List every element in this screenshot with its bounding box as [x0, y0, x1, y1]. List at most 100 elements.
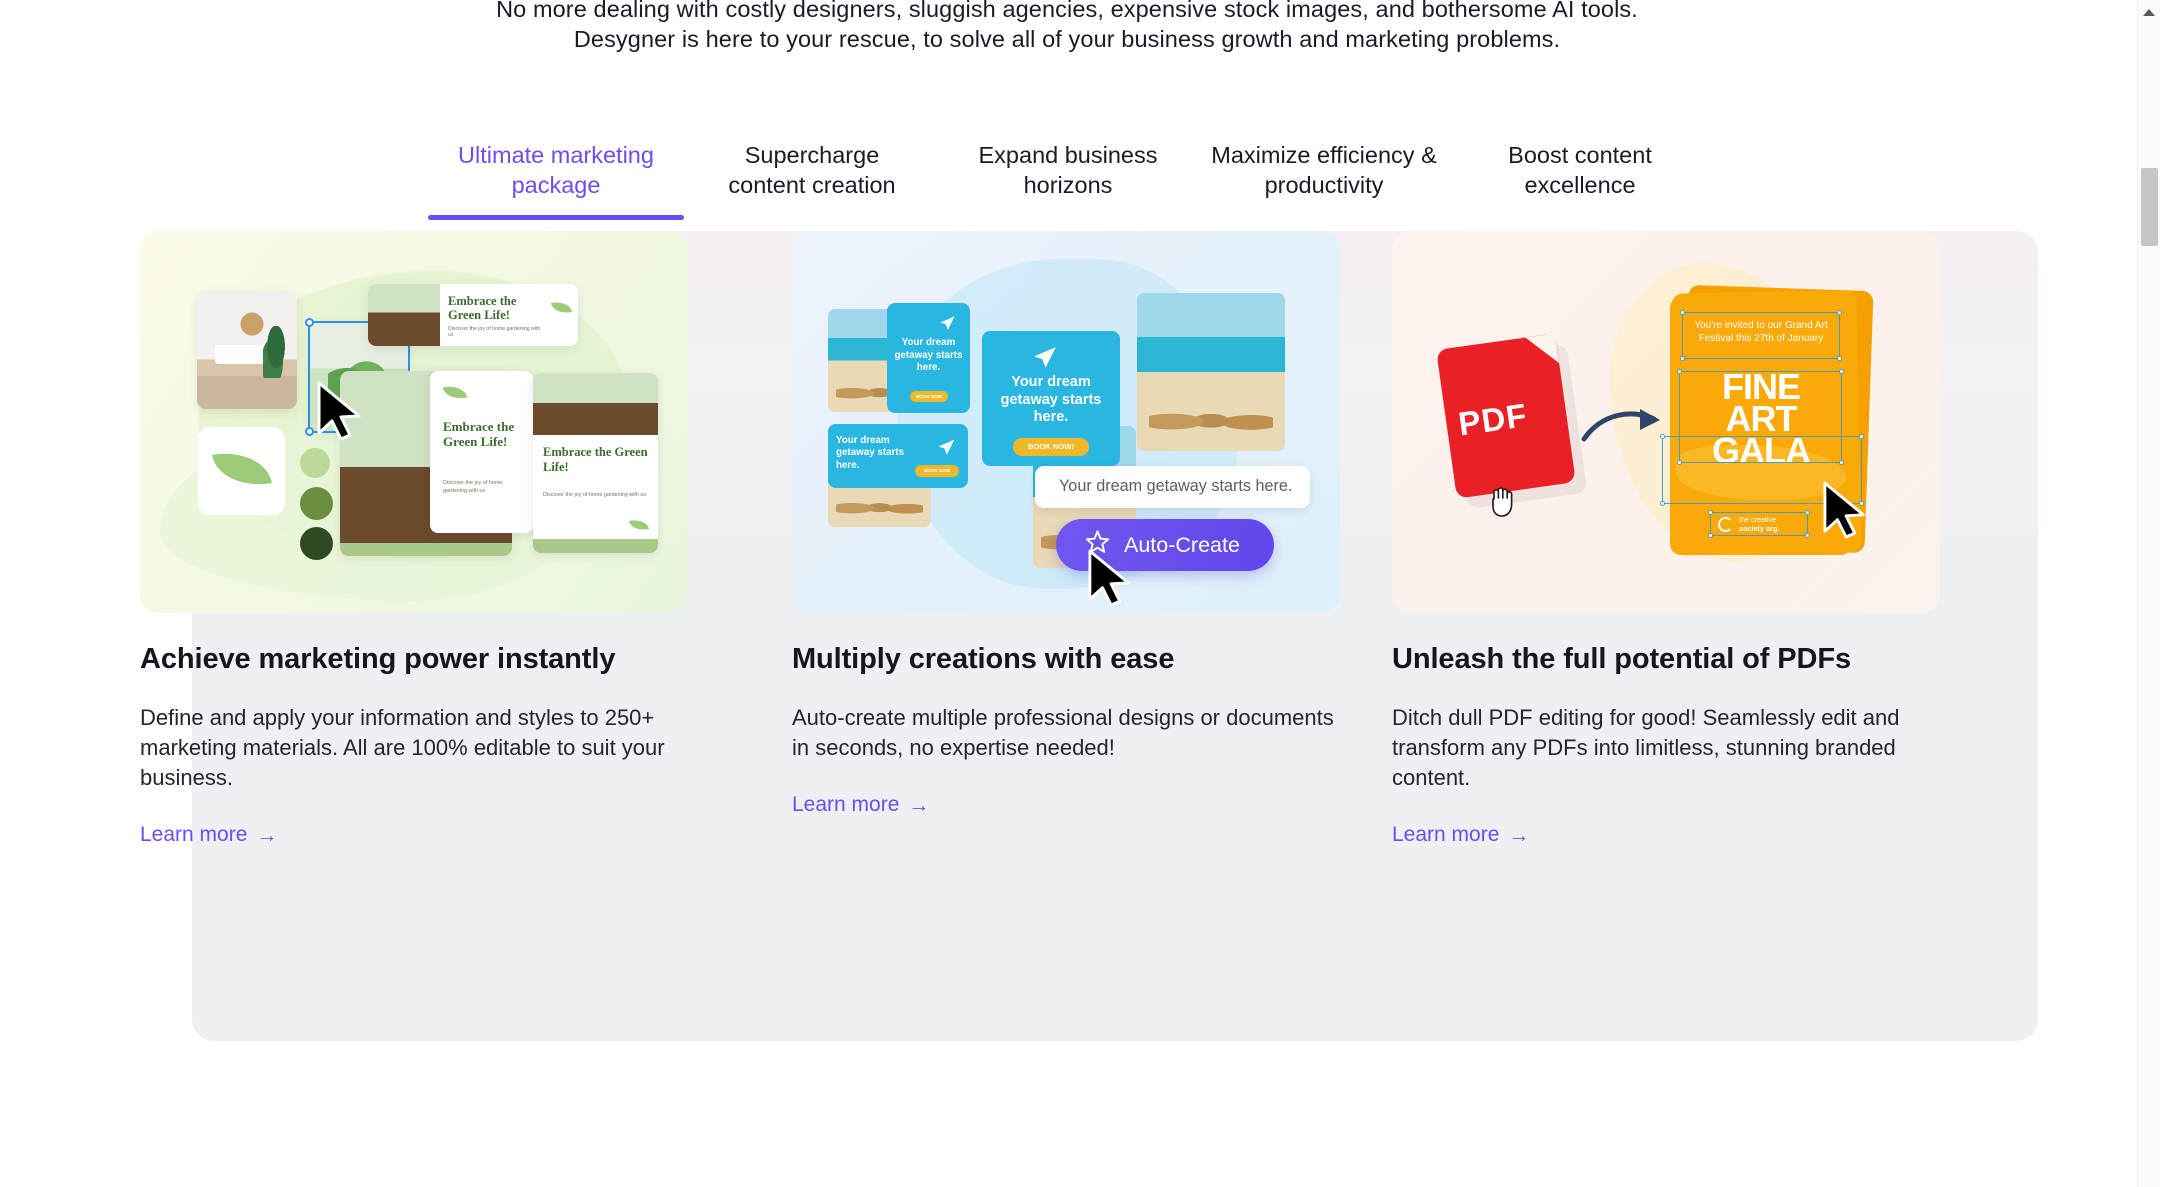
feature-card-pdf: PDF You're invited to our Grand Art Fest…: [1392, 231, 1940, 847]
auto-create-label: Auto-Create: [1124, 532, 1240, 557]
tile-photo: [533, 373, 658, 435]
transform-arrow-icon: [1580, 403, 1668, 456]
resize-handle-bottom-right[interactable]: [1837, 356, 1842, 361]
feature-tabs: Ultimate marketing package Supercharge c…: [428, 136, 1708, 220]
resize-handle-top-left[interactable]: [1680, 310, 1685, 315]
prompt-input-value: Your dream getaway starts here.: [1059, 477, 1293, 495]
resize-handle-top-left[interactable]: [305, 318, 314, 327]
tile-headline: Embrace the Green Life!: [543, 445, 648, 474]
ad-cta-button[interactable]: BOOK NOW: [915, 465, 959, 477]
tab-label-line-2: excellence: [1524, 172, 1636, 198]
tab-label-line-2: content creation: [728, 172, 896, 198]
resize-handle-bottom-right[interactable]: [1805, 533, 1810, 538]
card-description: Auto-create multiple professional design…: [792, 705, 1334, 760]
card-illustration-pdf: PDF You're invited to our Grand Art Fest…: [1392, 231, 1940, 613]
tile-photo: [368, 284, 440, 346]
learn-more-label: Learn more: [140, 823, 248, 846]
tab-label-line-2: productivity: [1264, 172, 1384, 198]
card-body-multiply: Multiply creations with ease Auto-create…: [792, 641, 1340, 817]
card-title: Achieve marketing power instantly: [140, 643, 616, 675]
leaf-icon: [550, 299, 573, 316]
resize-handle-top-left[interactable]: [1708, 510, 1713, 515]
resize-handle-top-left[interactable]: [1677, 369, 1682, 374]
tile-subline: Discover the joy of home gardening with …: [443, 480, 503, 494]
tab-expand-business-horizons[interactable]: Expand business horizons: [940, 136, 1196, 220]
ad-headline: Your dream getaway starts here.: [894, 337, 963, 373]
intro-line-2: Desygner is here to your rescue, to solv…: [573, 26, 1561, 52]
tile-headline: Embrace the Green Life!: [448, 294, 517, 322]
tile-footer-bar: [340, 543, 512, 556]
tab-label-line-2: package: [511, 172, 601, 198]
resize-handle-bottom-left[interactable]: [305, 427, 314, 436]
resize-handle-top-right[interactable]: [1837, 310, 1842, 315]
ad-cta-button[interactable]: BOOK NOW!: [1013, 438, 1089, 456]
arrow-right-icon: →: [908, 793, 930, 817]
brand-color-swatch-dark: [300, 527, 333, 560]
resize-handle-top-right[interactable]: [1805, 510, 1810, 515]
learn-more-link-multiply[interactable]: Learn more →: [792, 793, 929, 817]
tab-label-line-1: Maximize efficiency &: [1211, 142, 1437, 168]
tile-headline: Embrace the Green Life!: [443, 419, 515, 449]
card-description: Ditch dull PDF editing for good! Seamles…: [1392, 705, 1900, 790]
magic-wand-star-icon: [1084, 529, 1111, 561]
resize-handle-top-right[interactable]: [1839, 369, 1844, 374]
ad-cta-button[interactable]: BOOK NOW: [910, 391, 948, 402]
resize-handle-bottom-left[interactable]: [1708, 533, 1713, 538]
scrollbar-thumb[interactable]: [2141, 168, 2158, 246]
ad-headline: Your dream getaway starts here.: [836, 435, 905, 471]
learn-more-link-pdf[interactable]: Learn more →: [1392, 823, 1529, 847]
design-tile-flyer: Embrace the Green Life! Discover the joy…: [533, 373, 658, 553]
tab-maximize-efficiency-productivity[interactable]: Maximize efficiency & productivity: [1196, 136, 1452, 220]
resize-handle-top-right[interactable]: [1859, 434, 1864, 439]
travel-ad-main: Your dream getaway starts here. BOOK NOW…: [982, 331, 1120, 466]
feature-card-marketing: Embrace the Green Life! Discover the joy…: [140, 231, 688, 847]
page-scrollbar[interactable]: [2137, 0, 2160, 1187]
page-root: No more dealing with costly designers, s…: [0, 0, 2160, 1187]
arrow-right-icon: →: [1508, 823, 1530, 847]
leaf-icon: [442, 382, 468, 403]
feature-card-multiply: Your dream getaway starts here. BOOK NOW…: [792, 231, 1340, 817]
selection-box-gala[interactable]: [1660, 434, 1864, 506]
brand-color-swatch-light: [300, 448, 330, 478]
intro-line-1: No more dealing with costly designers, s…: [496, 0, 1638, 22]
design-tile-portrait: Embrace the Green Life! Discover the joy…: [430, 371, 533, 533]
tab-label-line-1: Expand business: [978, 142, 1158, 168]
learn-more-link-marketing[interactable]: Learn more →: [140, 823, 277, 847]
brand-logo-card: [198, 427, 285, 515]
learn-more-label: Learn more: [1392, 823, 1500, 846]
card-illustration-marketing: Embrace the Green Life! Discover the joy…: [140, 231, 688, 613]
card-title: Multiply creations with ease: [792, 643, 1175, 675]
card-title: Unleash the full potential of PDFs: [1392, 643, 1852, 675]
pdf-document-icon: PDF: [1436, 333, 1576, 499]
resize-handle-top-left[interactable]: [1660, 434, 1665, 439]
resize-handle-bottom-right[interactable]: [1859, 501, 1864, 506]
auto-create-button[interactable]: Auto-Create: [1056, 519, 1274, 571]
card-body-pdf: Unleash the full potential of PDFs Ditch…: [1392, 641, 1940, 847]
tab-ultimate-marketing-package[interactable]: Ultimate marketing package: [428, 136, 684, 220]
card-description: Define and apply your information and st…: [140, 705, 665, 790]
tab-label-line-2: horizons: [1023, 172, 1113, 198]
learn-more-label: Learn more: [792, 793, 900, 816]
tile-footer-bar: [533, 539, 658, 553]
leaf-icon: [212, 445, 272, 493]
paper-plane-icon: [939, 315, 956, 337]
leaf-icon: [628, 517, 650, 533]
card-body-marketing: Achieve marketing power instantly Define…: [140, 641, 688, 847]
resize-handle-bottom-left[interactable]: [1660, 501, 1665, 506]
ad-headline: Your dream getaway starts here.: [1000, 374, 1102, 425]
tab-label-line-1: Supercharge: [744, 142, 880, 168]
tile-subline: Discover the joy of home gardening with …: [543, 492, 647, 498]
photo-thumbnail-room: [197, 291, 297, 409]
tab-boost-content-excellence[interactable]: Boost content excellence: [1452, 136, 1708, 220]
resize-handle-bottom-left[interactable]: [1680, 356, 1685, 361]
tab-panel: Embrace the Green Life! Discover the joy…: [140, 231, 2038, 1041]
arrow-right-icon: →: [256, 823, 278, 847]
tab-supercharge-content-creation[interactable]: Supercharge content creation: [684, 136, 940, 220]
selection-box-invite[interactable]: [1680, 310, 1842, 361]
selection-box-logo[interactable]: [1708, 510, 1810, 538]
brand-color-swatch-mid: [300, 487, 333, 520]
prompt-input-field[interactable]: Your dream getaway starts here.: [1035, 466, 1310, 508]
scroll-up-arrow-icon[interactable]: [2143, 9, 2155, 16]
pdf-label: PDF: [1456, 396, 1530, 443]
travel-ad-small-horizontal: Your dream getaway starts here. BOOK NOW: [828, 424, 968, 488]
